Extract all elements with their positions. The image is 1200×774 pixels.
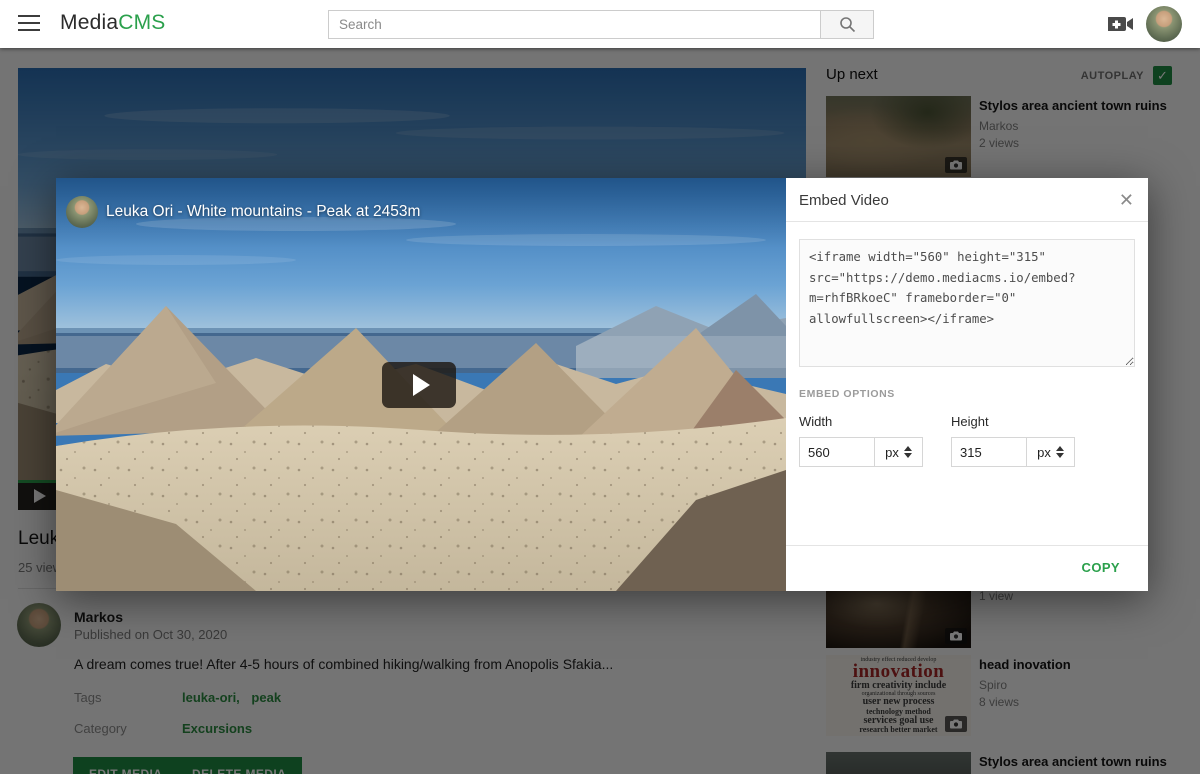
- logo-media: Media: [60, 11, 118, 34]
- logo[interactable]: MediaCMS: [60, 11, 165, 35]
- search-input[interactable]: [328, 10, 820, 39]
- unit-label: px: [1037, 445, 1051, 460]
- copy-button[interactable]: COPY: [1082, 560, 1120, 575]
- preview-video-title[interactable]: Leuka Ori - White mountains - Peak at 24…: [106, 203, 420, 221]
- stepper-icon: [1056, 446, 1064, 458]
- play-icon: [413, 374, 430, 396]
- upload-video-icon[interactable]: [1108, 14, 1134, 34]
- embed-video-modal: Leuka Ori - White mountains - Peak at 24…: [56, 178, 1148, 591]
- embed-options-panel: Embed Video ✕ <iframe width="560" height…: [786, 178, 1148, 591]
- logo-cms: CMS: [118, 11, 165, 34]
- modal-title: Embed Video: [799, 192, 889, 209]
- close-icon[interactable]: ✕: [1119, 190, 1134, 211]
- width-input[interactable]: [799, 437, 875, 467]
- height-unit-select[interactable]: px: [1027, 437, 1075, 467]
- search-button[interactable]: [820, 10, 874, 39]
- stepper-icon: [904, 446, 912, 458]
- width-label: Width: [799, 414, 923, 429]
- play-button[interactable]: [382, 362, 456, 408]
- embed-options-label: EMBED OPTIONS: [799, 388, 1135, 400]
- embed-preview-player[interactable]: Leuka Ori - White mountains - Peak at 24…: [56, 178, 786, 591]
- preview-channel-avatar[interactable]: [66, 196, 98, 228]
- width-unit-select[interactable]: px: [875, 437, 923, 467]
- app-header: MediaCMS: [0, 0, 1200, 48]
- embed-code-textarea[interactable]: <iframe width="560" height="315" src="ht…: [799, 239, 1135, 367]
- user-avatar[interactable]: [1146, 6, 1182, 42]
- search-icon: [839, 16, 856, 33]
- height-input[interactable]: [951, 437, 1027, 467]
- unit-label: px: [885, 445, 899, 460]
- menu-icon[interactable]: [18, 15, 40, 33]
- height-label: Height: [951, 414, 1075, 429]
